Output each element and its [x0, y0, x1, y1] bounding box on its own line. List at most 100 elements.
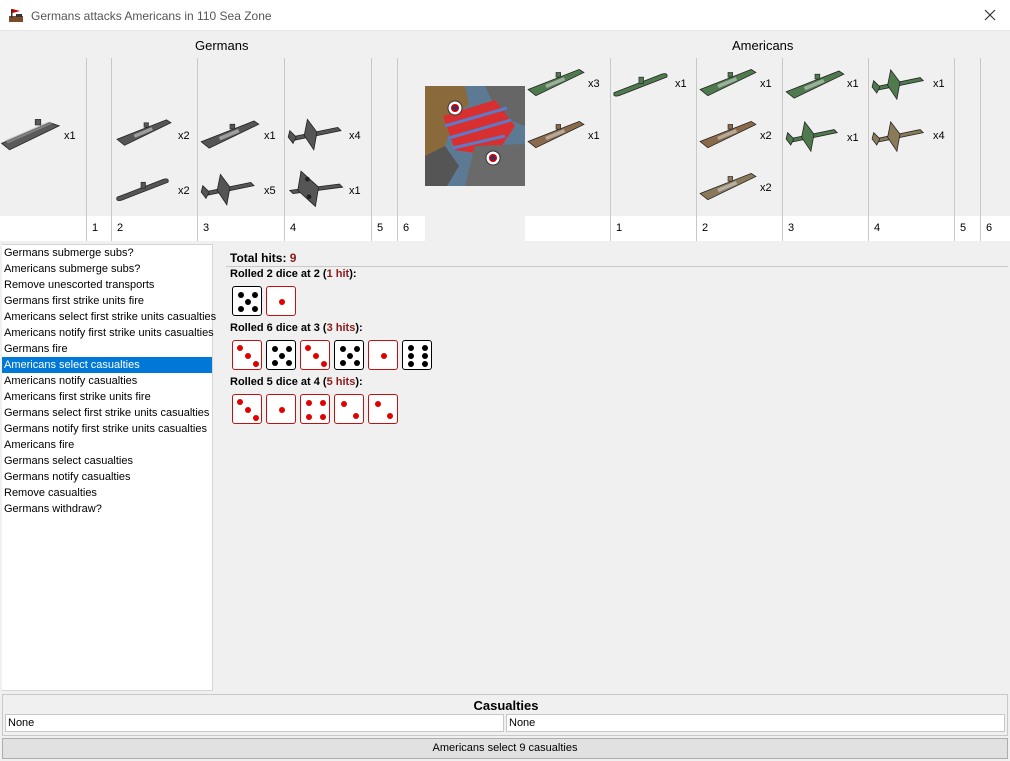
title-bar: Germans attacks Americans in 110 Sea Zon…	[0, 0, 1010, 31]
step-item[interactable]: Americans first strike units fire	[2, 389, 212, 405]
unit-count: x1	[64, 130, 76, 142]
fighter-icon	[869, 58, 931, 108]
close-button[interactable]	[978, 5, 1002, 25]
defender-unit-transport: x1	[525, 110, 611, 162]
tactical-bomber-icon	[285, 108, 349, 158]
unit-count: x1	[264, 130, 276, 142]
step-item[interactable]: Americans notify first strike units casu…	[2, 325, 214, 341]
step-item[interactable]: Americans submerge subs?	[2, 261, 212, 277]
step-item[interactable]: Germans fire	[2, 341, 212, 357]
die-pip	[422, 345, 428, 351]
die-face-1	[368, 340, 398, 370]
bomber-icon	[285, 163, 349, 213]
step-item[interactable]: Germans withdraw?	[2, 501, 212, 517]
die-pip	[354, 360, 360, 366]
dice-row	[232, 340, 432, 370]
unit-count: x4	[349, 130, 361, 142]
die-face-2	[368, 394, 398, 424]
dice-row	[232, 394, 398, 424]
die-pip	[272, 346, 278, 352]
die-pip	[408, 345, 414, 351]
die-pip	[313, 353, 319, 359]
step-item[interactable]: Germans submerge subs?	[2, 245, 212, 261]
roll-suffix: ):	[355, 322, 363, 334]
defender-label-1: 1	[611, 216, 697, 241]
step-item[interactable]: Germans select first strike units casual…	[2, 405, 212, 421]
step-item[interactable]: Americans fire	[2, 437, 212, 453]
die-pip	[279, 299, 285, 305]
defender-unit-submarine: x1	[611, 58, 697, 110]
die-pip	[354, 346, 360, 352]
die-face-5	[334, 340, 364, 370]
die-pip	[340, 346, 346, 352]
die-pip	[381, 353, 387, 359]
attacker-column-5	[372, 58, 398, 216]
total-hits-value: 9	[289, 251, 297, 265]
unit-count: x1	[760, 78, 772, 90]
sea-zone-map-icon	[425, 86, 525, 186]
step-item[interactable]: Americans notify casualties	[2, 373, 212, 389]
aircraft-carrier-icon	[0, 108, 64, 158]
defender-column-5	[955, 58, 981, 216]
step-item[interactable]: Germans first strike units fire	[2, 293, 212, 309]
transport-icon	[525, 58, 587, 104]
close-icon	[984, 9, 996, 21]
defender-unit-strip: x3 x1 x1 x1 x2 x2 x1 x1 x1 x4	[525, 58, 1010, 216]
roll-hits: 5 hits	[326, 376, 356, 388]
defender-label-2: 2	[697, 216, 783, 241]
attacker-label-3: 3	[198, 216, 285, 241]
die-face-5	[232, 286, 262, 316]
unit-count: x4	[933, 130, 945, 142]
defender-roll-labels: 1 2 3 4 5 6	[525, 216, 1010, 241]
attacker-roll-labels: 1 2 3 4 5 6	[0, 216, 425, 241]
defender-unit-transport: x3	[525, 58, 611, 110]
die-pip	[422, 361, 428, 367]
unit-count: x2	[178, 130, 190, 142]
attacker-unit-destroyer: x2	[114, 108, 200, 160]
defender-label-3: 3	[783, 216, 869, 241]
step-item[interactable]: Remove unescorted transports	[2, 277, 212, 293]
die-pip	[387, 413, 393, 419]
defender-column-1: x1	[611, 58, 697, 216]
die-pip	[340, 360, 346, 366]
roll-prefix: Rolled 5 dice at 4 (	[230, 376, 327, 388]
attacker-column-1	[87, 58, 112, 216]
roll-hits: 1 hit	[326, 268, 350, 280]
die-pip	[253, 361, 259, 367]
unit-count: x5	[264, 185, 276, 197]
attacker-column-6	[398, 58, 425, 216]
fighter-icon	[783, 110, 845, 160]
step-item[interactable]: Germans select casualties	[2, 453, 212, 469]
step-item[interactable]: Remove casualties	[2, 485, 212, 501]
die-pip	[306, 400, 312, 406]
attacker-label-0	[0, 216, 87, 241]
total-hits-label: Total hits:	[230, 251, 287, 265]
attacker-unit-battleship: x1	[198, 108, 284, 160]
defender-label-4: 4	[869, 216, 955, 241]
step-item-selected[interactable]: Americans select casualties	[2, 357, 212, 373]
die-pip	[375, 401, 381, 407]
defender-unit-battleship: x1	[783, 58, 869, 110]
attacker-column-3: x1 x5	[198, 58, 285, 216]
die-face-3	[232, 340, 262, 370]
attacker-name: Germans	[195, 38, 249, 53]
submarine-icon	[114, 163, 174, 209]
cruiser-icon	[697, 162, 759, 208]
step-item[interactable]: Germans notify casualties	[2, 469, 212, 485]
defender-unit-fighter: x1	[783, 110, 869, 162]
flag-icon	[9, 9, 23, 22]
die-pip	[245, 353, 251, 359]
defender-column-6	[981, 58, 1010, 216]
die-pip	[321, 361, 327, 367]
unit-count: x2	[760, 130, 772, 142]
die-pip	[237, 399, 243, 405]
attacker-label-5: 5	[372, 216, 398, 241]
roll-prefix: Rolled 2 dice at 2 (	[230, 268, 327, 280]
step-item[interactable]: Americans select first strike units casu…	[2, 309, 216, 325]
destroyer-icon	[697, 58, 759, 104]
die-pip	[245, 407, 251, 413]
die-face-4	[300, 394, 330, 424]
battle-steps-list[interactable]: Germans submerge subs? Americans submerg…	[2, 244, 216, 691]
step-item[interactable]: Germans notify first strike units casual…	[2, 421, 212, 437]
select-casualties-button[interactable]: Americans select 9 casualties	[2, 738, 1008, 759]
